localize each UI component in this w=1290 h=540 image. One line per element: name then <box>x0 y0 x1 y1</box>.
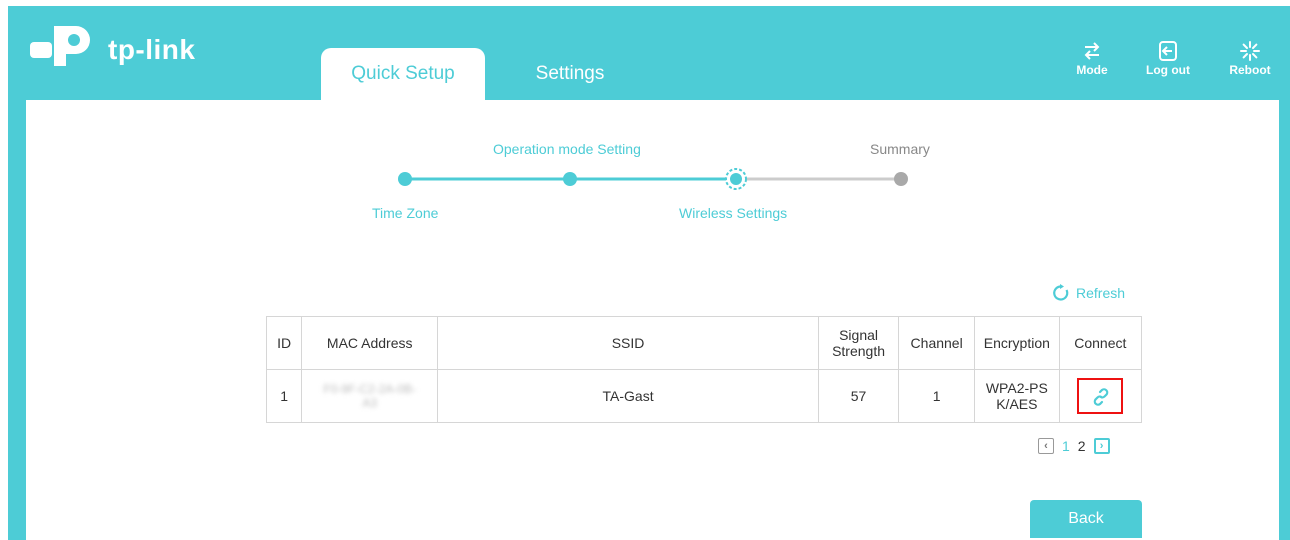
cell-signal: 57 <box>817 369 900 423</box>
cell-mac: F0-9F-C2-2A-0B- A3 <box>301 369 439 423</box>
next-page-button[interactable]: › <box>1093 438 1110 454</box>
step-label-summary: Summary <box>870 141 930 157</box>
mac-address-blurred: F0-9F-C2-2A-0B- A3 <box>323 382 417 410</box>
signal-header-line1: Signal <box>839 327 878 343</box>
pagination: ‹ 1 2 › <box>1038 438 1110 454</box>
encryption-line1: WPA2-PS <box>985 380 1048 396</box>
step-dot-operation-mode <box>563 172 577 186</box>
col-header-id: ID <box>265 316 303 370</box>
step-label-wireless-settings: Wireless Settings <box>679 205 788 221</box>
cell-ssid: TA-Gast <box>437 369 819 423</box>
cell-connect <box>1058 369 1143 423</box>
cell-encryption: WPA2-PS K/AES <box>974 369 1060 423</box>
col-header-connect: Connect <box>1058 316 1143 370</box>
signal-header-line2: Strength <box>832 343 886 359</box>
step-dot-summary <box>894 172 908 186</box>
link-icon <box>1094 388 1109 406</box>
col-header-ssid: SSID <box>437 316 819 370</box>
cell-id: 1 <box>265 369 303 423</box>
table-row: 1 F0-9F-C2-2A-0B- A3 TA-Gast 57 1 WPA2-PS… <box>265 369 1143 423</box>
prev-page-button[interactable]: ‹ <box>1038 438 1054 454</box>
encryption-line2: K/AES <box>996 396 1038 412</box>
col-header-mac: MAC Address <box>301 316 439 370</box>
ap-table: ID MAC Address SSID Signal Strength Chan… <box>265 316 1143 423</box>
page-1-link[interactable]: 1 <box>1062 438 1070 454</box>
page-2-link[interactable]: 2 <box>1078 438 1086 454</box>
step-dot-time-zone <box>398 172 412 186</box>
refresh-icon <box>1053 284 1069 301</box>
col-header-channel: Channel <box>898 316 976 370</box>
step-label-operation-mode: Operation mode Setting <box>493 141 641 157</box>
refresh-button[interactable]: Refresh <box>1052 284 1125 302</box>
col-header-encryption: Encryption <box>974 316 1060 370</box>
connect-button[interactable] <box>1077 378 1124 414</box>
refresh-label: Refresh <box>1076 285 1126 301</box>
progress-track <box>398 168 908 190</box>
step-label-time-zone: Time Zone <box>372 205 439 221</box>
col-header-signal: Signal Strength <box>817 316 900 370</box>
back-button[interactable]: Back <box>1030 500 1142 538</box>
cell-channel: 1 <box>898 369 976 423</box>
table-header-row: ID MAC Address SSID Signal Strength Chan… <box>265 316 1143 370</box>
